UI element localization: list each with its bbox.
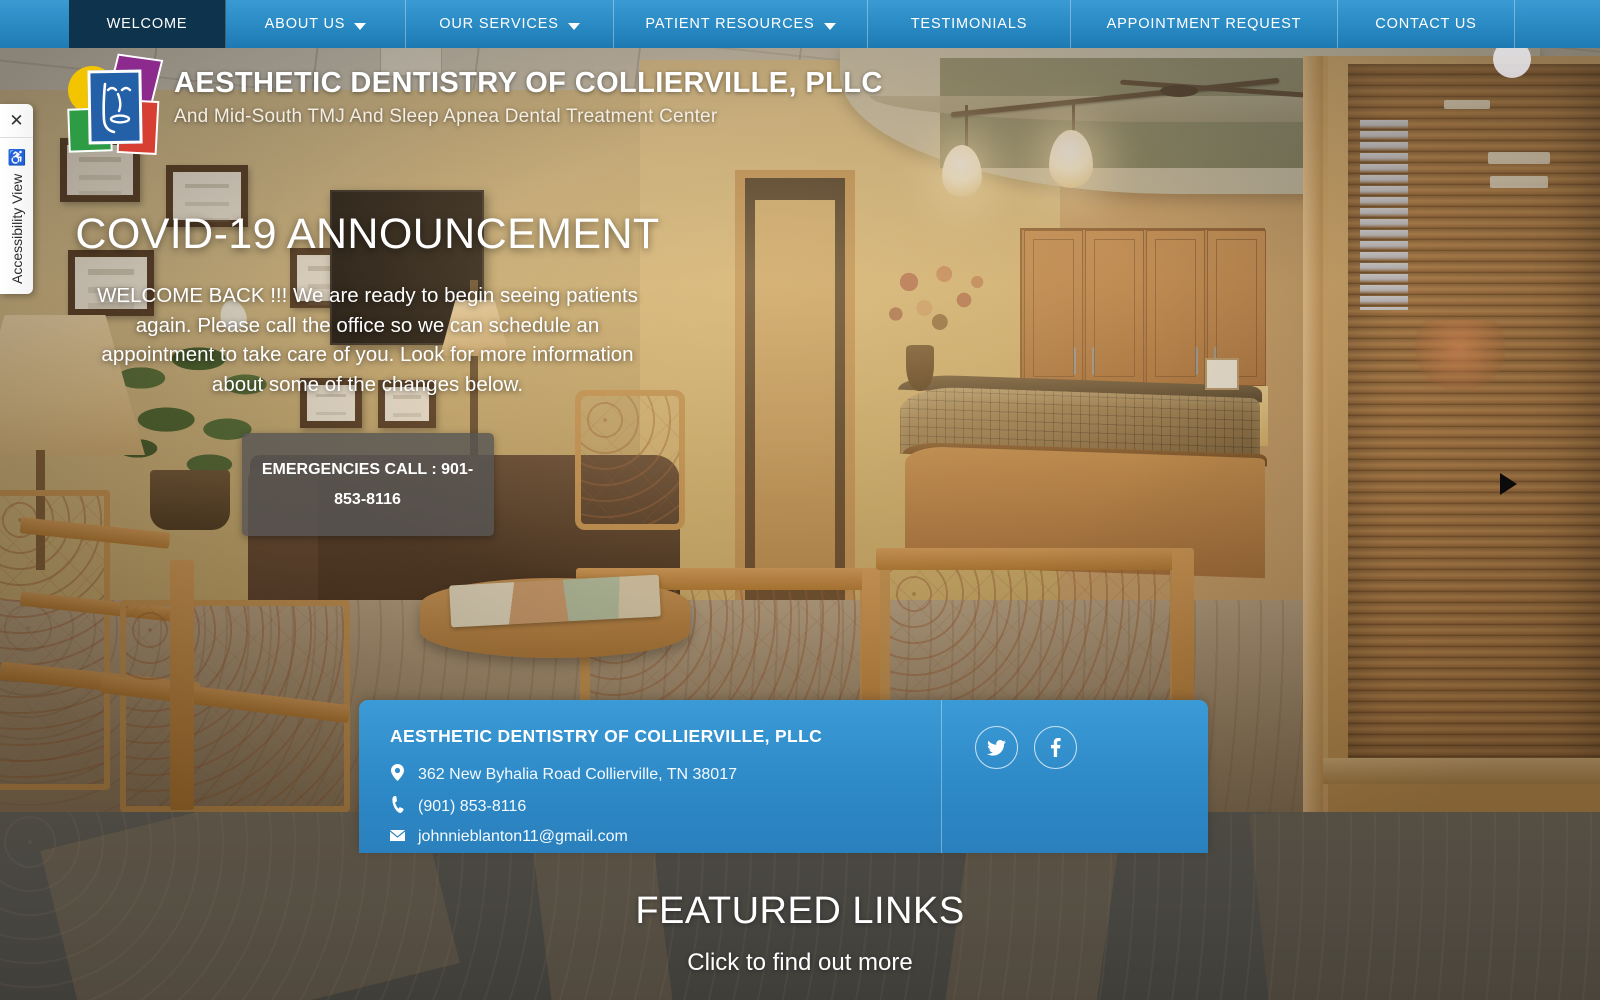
twitter-icon[interactable] [975, 726, 1018, 769]
featured-links-title: FEATURED LINKS [635, 890, 965, 932]
nav-right-spacer [1515, 0, 1600, 48]
contact-info-panel: AESTHETIC DENTISTRY OF COLLIERVILLE, PLL… [359, 700, 1208, 853]
nav-item-welcome[interactable]: WELCOME [69, 0, 226, 48]
phone-icon [390, 796, 405, 818]
accessibility-label-wrap: Accessibility View ♿ [7, 148, 26, 284]
contact-phone-text: (901) 853-8116 [418, 798, 527, 815]
page-title: AESTHETIC DENTISTRY OF COLLIERVILLE, PLL… [174, 67, 883, 99]
contact-email-text: johnnieblanton11@gmail.com [418, 828, 628, 845]
accessibility-view-label: Accessibility View [8, 173, 25, 284]
nav-label-welcome: WELCOME [106, 16, 188, 32]
contact-panel-title: AESTHETIC DENTISTRY OF COLLIERVILLE, PLL… [390, 726, 823, 746]
hero-body-text: WELCOME BACK !!! We are ready to begin s… [97, 284, 638, 396]
nav-label-contact-us: CONTACT US [1375, 16, 1477, 32]
nav-label-testimonials: TESTIMONIALS [910, 16, 1028, 32]
brand-subtitle: And Mid-South TMJ And Sleep Apnea Dental… [174, 106, 718, 128]
nav-item-about-us[interactable]: ABOUT US [226, 0, 406, 48]
nav-item-patient-resources[interactable]: PATIENT RESOURCES [614, 0, 868, 48]
contact-address-row[interactable]: 362 New Byhalia Road Collierville, TN 38… [390, 764, 941, 786]
featured-links-subtitle: Click to find out more [687, 949, 913, 976]
accessibility-view-button[interactable]: Accessibility View ♿ [0, 138, 33, 294]
accessibility-widget[interactable]: ✕ Accessibility View ♿ [0, 104, 33, 294]
contact-details: AESTHETIC DENTISTRY OF COLLIERVILLE, PLL… [359, 700, 941, 853]
nav-left-spacer [0, 0, 69, 48]
emergencies-call-button[interactable]: EMERGENCIES CALL : 901-853-8116 [241, 433, 494, 537]
hero-announcement-block: COVID-19 ANNOUNCEMENT WELCOME BACK !!! W… [70, 210, 665, 537]
site-brand[interactable]: AESTHETIC DENTISTRY OF COLLIERVILLE, PLL… [66, 53, 883, 156]
contact-address-text: 362 New Byhalia Road Collierville, TN 38… [418, 766, 737, 783]
nav-item-testimonials[interactable]: TESTIMONIALS [868, 0, 1071, 48]
slider-next-arrow-icon[interactable] [1500, 473, 1517, 495]
nav-item-contact-us[interactable]: CONTACT US [1338, 0, 1515, 48]
wheelchair-icon: ♿ [7, 149, 26, 167]
brand-text-block: AESTHETIC DENTISTRY OF COLLIERVILLE, PLL… [174, 54, 883, 128]
contact-phone-row[interactable]: (901) 853-8116 [390, 796, 941, 818]
main-navigation[interactable]: WELCOME ABOUT US OUR SERVICES PATIENT RE… [0, 0, 1600, 48]
nav-item-our-services[interactable]: OUR SERVICES [406, 0, 614, 48]
facebook-icon[interactable] [1034, 726, 1077, 769]
nav-item-appointment-request[interactable]: APPOINTMENT REQUEST [1071, 0, 1338, 48]
nav-label-about-us: ABOUT US [264, 16, 346, 32]
close-icon[interactable]: ✕ [0, 104, 33, 138]
featured-links-heading-block: FEATURED LINKS Click to find out more [0, 890, 1600, 977]
hero-title: COVID-19 ANNOUNCEMENT [75, 210, 660, 258]
envelope-icon [390, 828, 405, 846]
page-root: WELCOME ABOUT US OUR SERVICES PATIENT RE… [0, 0, 1600, 1000]
social-links [941, 700, 1208, 853]
chevron-down-icon [567, 22, 580, 30]
practice-logo-icon [66, 53, 164, 156]
contact-email-row[interactable]: johnnieblanton11@gmail.com [390, 828, 941, 846]
nav-label-appointment-request: APPOINTMENT REQUEST [1106, 16, 1302, 32]
location-pin-icon [390, 764, 405, 786]
nav-label-our-services: OUR SERVICES [439, 16, 559, 32]
face-glyph-icon [102, 82, 132, 134]
chevron-down-icon [354, 22, 367, 30]
nav-label-patient-resources: PATIENT RESOURCES [645, 16, 815, 32]
chevron-down-icon [823, 22, 836, 30]
